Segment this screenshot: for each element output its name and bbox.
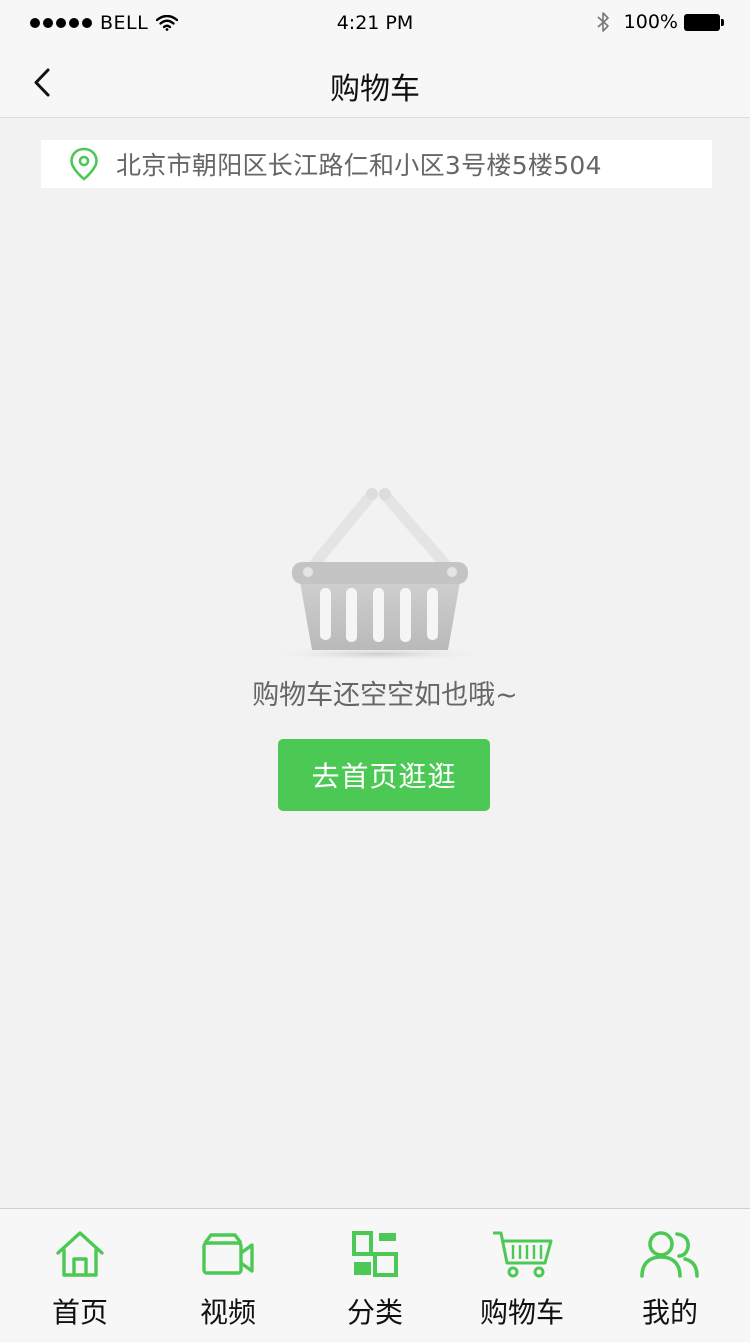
- category-icon: [352, 1231, 398, 1277]
- status-bar: BELL 4:21 PM 100%: [0, 0, 750, 50]
- location-pin-icon: [70, 147, 98, 181]
- video-camera-icon: [202, 1233, 254, 1275]
- empty-basket-icon: [264, 488, 494, 661]
- tab-cart[interactable]: 购物车: [447, 1209, 597, 1342]
- tab-category-label: 分类: [346, 1296, 403, 1329]
- battery-percent: 100%: [623, 11, 678, 33]
- address-text: 北京市朝阳区长江路仁和小区3号楼5楼504: [116, 151, 602, 180]
- bluetooth-icon: [597, 12, 609, 32]
- tab-home[interactable]: 首页: [5, 1209, 155, 1342]
- tab-video-label: 视频: [199, 1296, 256, 1329]
- tab-profile[interactable]: 我的: [595, 1209, 745, 1342]
- go-home-button[interactable]: 去首页逛逛: [278, 739, 490, 811]
- cart-icon: [493, 1231, 553, 1278]
- user-icon: [640, 1231, 699, 1278]
- tab-category[interactable]: 分类: [300, 1209, 450, 1342]
- tab-home-label: 首页: [51, 1296, 108, 1329]
- empty-cart-message: 购物车还空空如也哦~: [252, 680, 518, 711]
- home-icon: [56, 1231, 104, 1277]
- battery-icon: [684, 13, 724, 31]
- page-title: 购物车: [330, 72, 420, 107]
- tab-profile-label: 我的: [641, 1296, 698, 1329]
- status-right: 100%: [596, 11, 724, 33]
- tab-video[interactable]: 视频: [153, 1209, 303, 1342]
- navigation-bar: 购物车: [0, 50, 750, 118]
- delivery-address-bar[interactable]: 北京市朝阳区长江路仁和小区3号楼5楼504: [41, 140, 712, 188]
- tab-cart-label: 购物车: [479, 1296, 564, 1329]
- bottom-tab-bar: 首页 视频 分类 购物车 我的: [0, 1208, 750, 1341]
